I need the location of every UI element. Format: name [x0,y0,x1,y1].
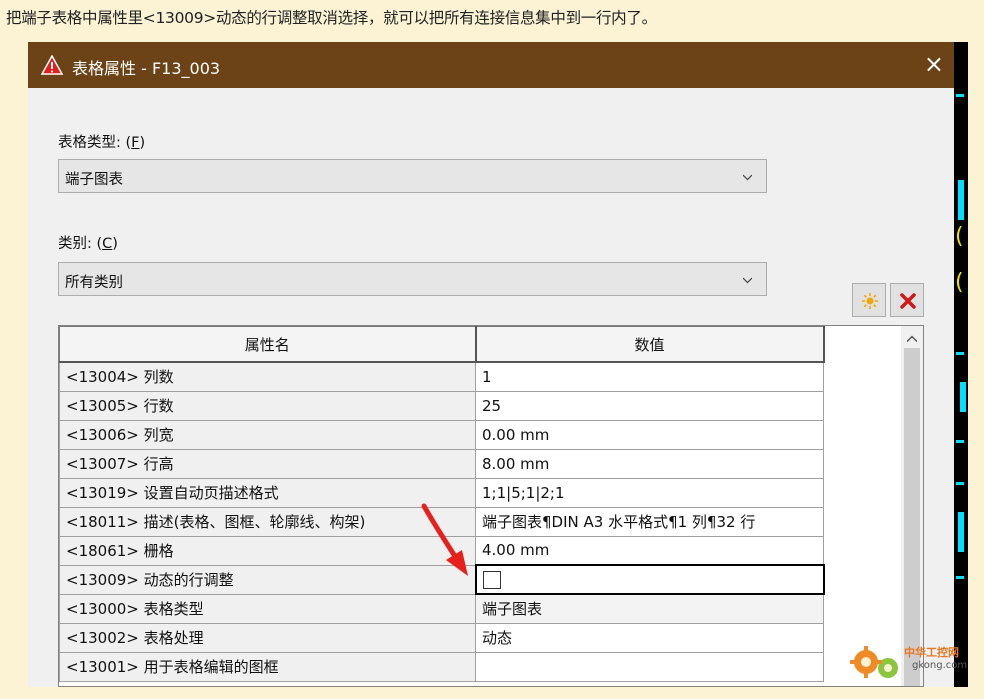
caption-text: 把端子表格中属性里<13009>动态的行调整取消选择，就可以把所有连接信息集中到… [6,9,657,27]
canvas-mark [960,382,966,412]
table-type-label-end: ) [139,135,146,151]
column-header-name[interactable]: 属性名 [59,326,477,363]
canvas-mark [956,352,964,355]
dynamic-row-adjust-checkbox[interactable] [482,570,501,589]
chevron-up-icon[interactable] [907,335,917,343]
property-value[interactable]: 8.00 mm [475,448,824,479]
category-label: 类别: (C) [58,232,118,253]
property-name: <13002> 表格处理 [59,622,476,653]
property-value[interactable]: 端子图表 [475,593,824,624]
property-value[interactable] [475,651,824,682]
property-value[interactable]: 端子图表¶DIN A3 水平格式¶1 列¶32 行 [475,506,824,537]
dialog-title: 表格属性 - F13_003 [72,59,221,78]
canvas-mark [956,576,964,579]
canvas-mark [958,180,964,220]
chevron-down-icon [743,277,752,284]
table-row[interactable]: <13001> 用于表格编辑的图框 [59,651,824,682]
chevron-down-icon [743,174,752,181]
sun-icon [862,293,878,309]
canvas-mark: ( [955,224,964,249]
screenshot-frame: ( ( 表格属性 - F13_003 × 表格类型: (F) 端子图表 类别: … [28,42,968,687]
category-access-key: C [102,236,113,252]
property-value[interactable]: 1 [475,361,824,392]
canvas-mark: ( [955,270,964,295]
delete-property-button[interactable] [890,283,924,317]
category-label-end: ) [112,236,118,252]
canvas-mark [956,440,964,443]
table-type-select[interactable]: 端子图表 [58,159,767,193]
dialog-titlebar[interactable]: 表格属性 - F13_003 × [28,42,954,88]
annotation-arrow-icon [421,503,468,576]
table-type-label-text: 表格类型: ( [58,135,132,151]
table-row[interactable]: <13002> 表格处理 动态 [59,622,824,653]
category-value: 所有类别 [65,275,123,291]
property-name: <13000> 表格类型 [59,593,476,624]
property-name: <13007> 行高 [59,448,476,479]
property-name: <13004> 列数 [59,361,476,392]
property-value[interactable]: 25 [475,390,824,421]
warning-icon [41,55,63,75]
close-button[interactable]: × [924,50,944,78]
table-row[interactable]: <13007> 行高 8.00 mm [59,448,824,479]
watermark-domain: gkong.com [912,660,968,671]
property-value-selected[interactable] [474,564,825,595]
property-value[interactable]: 0.00 mm [475,419,824,450]
table-row[interactable]: <13005> 行数 25 [59,390,824,421]
table-type-access-key: F [131,135,140,151]
property-name: <18061> 栅格 [59,535,476,566]
property-name: <13009> 动态的行调整 [59,564,476,595]
table-row[interactable]: <13000> 表格类型 端子图表 [59,593,824,624]
watermark-title: 中华工控网 [904,646,959,659]
canvas-mark [956,482,964,485]
property-value[interactable]: 4.00 mm [475,535,824,566]
canvas-mark [956,94,964,97]
category-select[interactable]: 所有类别 [58,262,767,296]
table-row[interactable]: <13006> 列宽 0.00 mm [59,419,824,450]
table-properties-dialog: 表格属性 - F13_003 × 表格类型: (F) 端子图表 类别: (C) … [28,42,954,687]
property-name: <13005> 行数 [59,390,476,421]
property-value[interactable]: 1;1|5;1|2;1 [475,477,824,508]
property-grid: 属性名 数值 <13004> 列数 1 <13005> 行数 25 <13006… [58,325,924,687]
gear-logo-icon [850,646,898,678]
canvas-mark [958,512,964,552]
property-name: <13019> 设置自动页描述格式 [59,477,476,508]
x-icon [900,293,916,309]
category-label-text: 类别: ( [58,236,103,252]
column-header-value[interactable]: 数值 [475,326,825,363]
table-row[interactable]: <13004> 列数 1 [59,361,824,392]
property-name: <18011> 描述(表格、图框、轮廓线、构架) [59,506,476,537]
property-name: <13006> 列宽 [59,419,476,450]
new-property-button[interactable] [852,283,886,317]
vertical-scrollbar[interactable] [901,326,923,686]
table-type-value: 端子图表 [65,172,123,188]
table-type-label: 表格类型: (F) [58,131,145,152]
property-name: <13001> 用于表格编辑的图框 [59,651,476,682]
property-value[interactable]: 动态 [475,622,824,653]
